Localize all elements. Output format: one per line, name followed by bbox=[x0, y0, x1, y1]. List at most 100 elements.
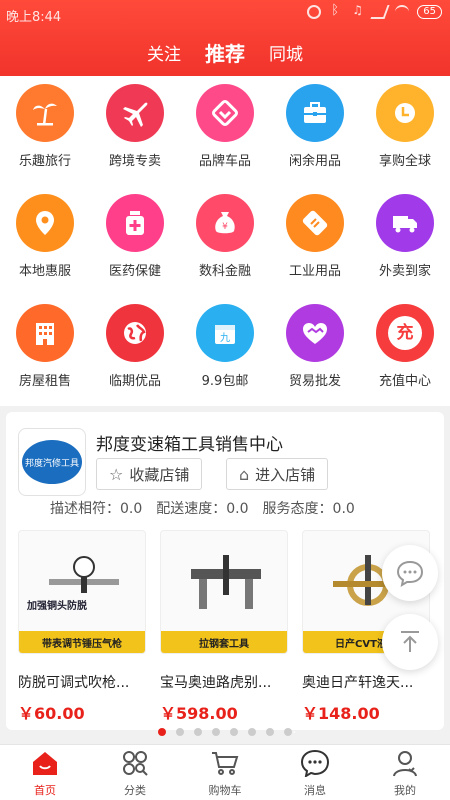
shop-logo[interactable]: 邦度汽修工具 bbox=[18, 428, 86, 496]
palm-tree-icon bbox=[16, 84, 74, 142]
carousel-dot bbox=[284, 728, 292, 736]
product-card[interactable]: 加强铜头防脱 带表调节锤压气枪 防脱可调式吹枪... ￥60.00 bbox=[18, 530, 146, 723]
category-label: 充值中心 bbox=[378, 374, 431, 389]
cart-icon bbox=[212, 752, 239, 775]
category-label: 本地惠服 bbox=[18, 264, 71, 279]
tab-recommend[interactable]: 推荐 bbox=[205, 38, 245, 67]
category-label: 9.9包邮 bbox=[201, 374, 249, 389]
category-near-expiry[interactable]: 临期优品 bbox=[90, 296, 180, 406]
carousel-dot bbox=[230, 728, 238, 736]
bottom-nav: 首页 分类 购物车 消息 我的 bbox=[0, 744, 450, 800]
nav-label: 分类 bbox=[124, 784, 146, 797]
chat-float-button[interactable] bbox=[382, 545, 438, 601]
tab-follow[interactable]: 关注 bbox=[147, 40, 181, 65]
nav-home[interactable]: 首页 bbox=[0, 745, 90, 800]
category-car-brand[interactable]: 品牌车品 bbox=[180, 76, 270, 186]
category-label: 品牌车品 bbox=[198, 154, 251, 169]
carousel-dot bbox=[212, 728, 220, 736]
heart-check-icon bbox=[196, 84, 254, 142]
category-recharge[interactable]: 充 充值中心 bbox=[360, 296, 450, 406]
category-label: 贸易批发 bbox=[288, 374, 341, 389]
product-image: 加强铜头防脱 带表调节锤压气枪 bbox=[18, 530, 146, 654]
category-cross-border[interactable]: 跨境专卖 bbox=[90, 76, 180, 186]
location-pin-icon bbox=[16, 194, 74, 252]
medicine-bottle-icon bbox=[106, 194, 164, 252]
signal-icon bbox=[370, 5, 390, 19]
star-icon: ☆ bbox=[109, 464, 124, 484]
category-label: 房屋租售 bbox=[18, 374, 71, 389]
status-time: 晚上8:44 bbox=[6, 10, 62, 25]
package-icon: 九 bbox=[196, 304, 254, 362]
status-bar: 晚上8:44 65 bbox=[0, 0, 450, 741]
nav-message[interactable]: 消息 bbox=[270, 745, 360, 800]
nav-label: 首页 bbox=[34, 784, 56, 797]
category-delivery[interactable]: 外卖到家 bbox=[360, 186, 450, 296]
handshake-heart-icon bbox=[286, 304, 344, 362]
product-name: 防脱可调式吹枪... bbox=[18, 675, 130, 691]
shop-ratings: 描述相符：0.0 配送速度：0.0 服务态度：0.0 bbox=[50, 498, 355, 518]
chat-bubble-icon bbox=[396, 560, 424, 588]
rating-service: 服务态度：0.0 bbox=[262, 501, 355, 517]
favorite-shop-label: 收藏店铺 bbox=[129, 465, 190, 484]
clock-icon bbox=[376, 84, 434, 142]
battery-icon: 65 bbox=[417, 5, 442, 19]
product-image-band-text: 带表调节锤压气枪 bbox=[42, 639, 122, 650]
product-price: ￥598.00 bbox=[160, 704, 238, 723]
category-travel[interactable]: 乐趣旅行 bbox=[0, 76, 90, 186]
product-price: ￥148.00 bbox=[302, 704, 380, 723]
category-label: 临期优品 bbox=[108, 374, 161, 389]
svg-text:九: 九 bbox=[220, 332, 230, 344]
category-spare-goods[interactable]: 闲余用品 bbox=[270, 76, 360, 186]
carousel-dots bbox=[0, 728, 450, 736]
category-wholesale[interactable]: 贸易批发 bbox=[270, 296, 360, 406]
message-icon bbox=[300, 749, 330, 779]
building-icon bbox=[16, 304, 74, 362]
nav-profile[interactable]: 我的 bbox=[360, 745, 450, 800]
shop-name[interactable]: 邦度变速箱工具销售中心 bbox=[96, 430, 283, 455]
status-icons: 65 bbox=[285, 3, 442, 741]
mute-icon bbox=[351, 3, 365, 19]
product-price: ￥60.00 bbox=[18, 704, 85, 723]
nav-cart[interactable]: 购物车 bbox=[180, 745, 270, 800]
rating-description: 描述相符：0.0 bbox=[50, 501, 143, 517]
shop-logo-image: 邦度汽修工具 bbox=[22, 440, 82, 484]
enter-shop-button[interactable]: ⌂ 进入店铺 bbox=[226, 458, 329, 490]
category-global[interactable]: 享购全球 bbox=[360, 76, 450, 186]
category-medicine[interactable]: 医药保健 bbox=[90, 186, 180, 296]
bluetooth-icon bbox=[329, 3, 343, 19]
product-image: 拉钢套工具 bbox=[160, 530, 288, 654]
carousel-dot bbox=[248, 728, 256, 736]
category-finance[interactable]: ¥ 数科金融 bbox=[180, 186, 270, 296]
nav-label: 购物车 bbox=[208, 784, 242, 797]
carousel-dot bbox=[158, 728, 166, 736]
product-card[interactable]: 拉钢套工具 宝马奥迪路虎别... ￥598.00 bbox=[160, 530, 288, 723]
category-label: 医药保健 bbox=[108, 264, 161, 279]
top-tabs: 关注 推荐 同城 bbox=[0, 34, 450, 70]
category-icon bbox=[123, 751, 148, 776]
header: 晚上8:44 65 关注 推荐 同城 bbox=[0, 0, 450, 741]
category-housing[interactable]: 房屋租售 bbox=[0, 296, 90, 406]
toolbox-icon bbox=[286, 84, 344, 142]
category-industrial[interactable]: 工业用品 bbox=[270, 186, 360, 296]
home-icon bbox=[33, 752, 57, 775]
enter-shop-label: 进入店铺 bbox=[255, 465, 316, 484]
product-image-caption: 加强铜头防脱 bbox=[27, 601, 87, 612]
back-to-top-button[interactable] bbox=[382, 614, 438, 670]
globe-icon bbox=[106, 304, 164, 362]
tab-local[interactable]: 同城 bbox=[269, 40, 303, 65]
category-label: 闲余用品 bbox=[288, 154, 341, 169]
arrow-up-icon bbox=[401, 631, 419, 652]
nav-category[interactable]: 分类 bbox=[90, 745, 180, 800]
sync-icon bbox=[307, 5, 322, 19]
recharge-icon: 充 bbox=[376, 304, 434, 362]
favorite-shop-button[interactable]: ☆ 收藏店铺 bbox=[96, 458, 203, 490]
category-label: 乐趣旅行 bbox=[18, 154, 71, 169]
category-label: 数科金融 bbox=[198, 264, 251, 279]
category-free-shipping[interactable]: 九 9.9包邮 bbox=[180, 296, 270, 406]
store-icon: ⌂ bbox=[239, 464, 250, 484]
category-local-service[interactable]: 本地惠服 bbox=[0, 186, 90, 296]
category-label: 享购全球 bbox=[378, 154, 431, 169]
recharge-glyph: 充 bbox=[388, 316, 422, 350]
category-label: 外卖到家 bbox=[378, 264, 431, 279]
nav-label: 我的 bbox=[394, 784, 416, 797]
